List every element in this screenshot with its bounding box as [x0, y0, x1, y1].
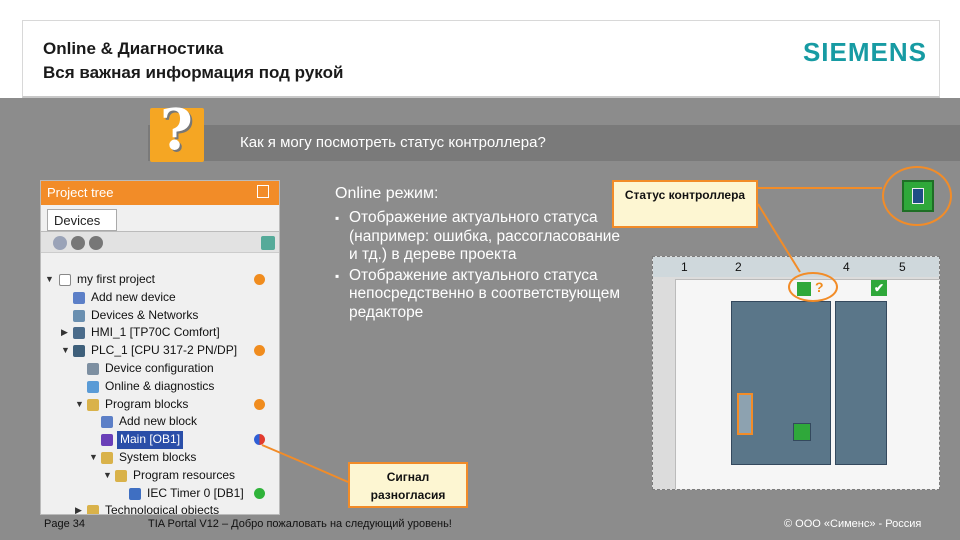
mismatch-callout: Сигнал разногласия [348, 462, 468, 508]
page-number: Page 34 [44, 518, 85, 530]
callout-connectors [261, 187, 882, 483]
status-callout: Статус контроллера [612, 180, 758, 228]
footer-title: TIA Portal V12 – Добро пожаловать на сле… [148, 518, 452, 530]
copyright: © ООО «Сименс» - Россия [784, 518, 922, 530]
